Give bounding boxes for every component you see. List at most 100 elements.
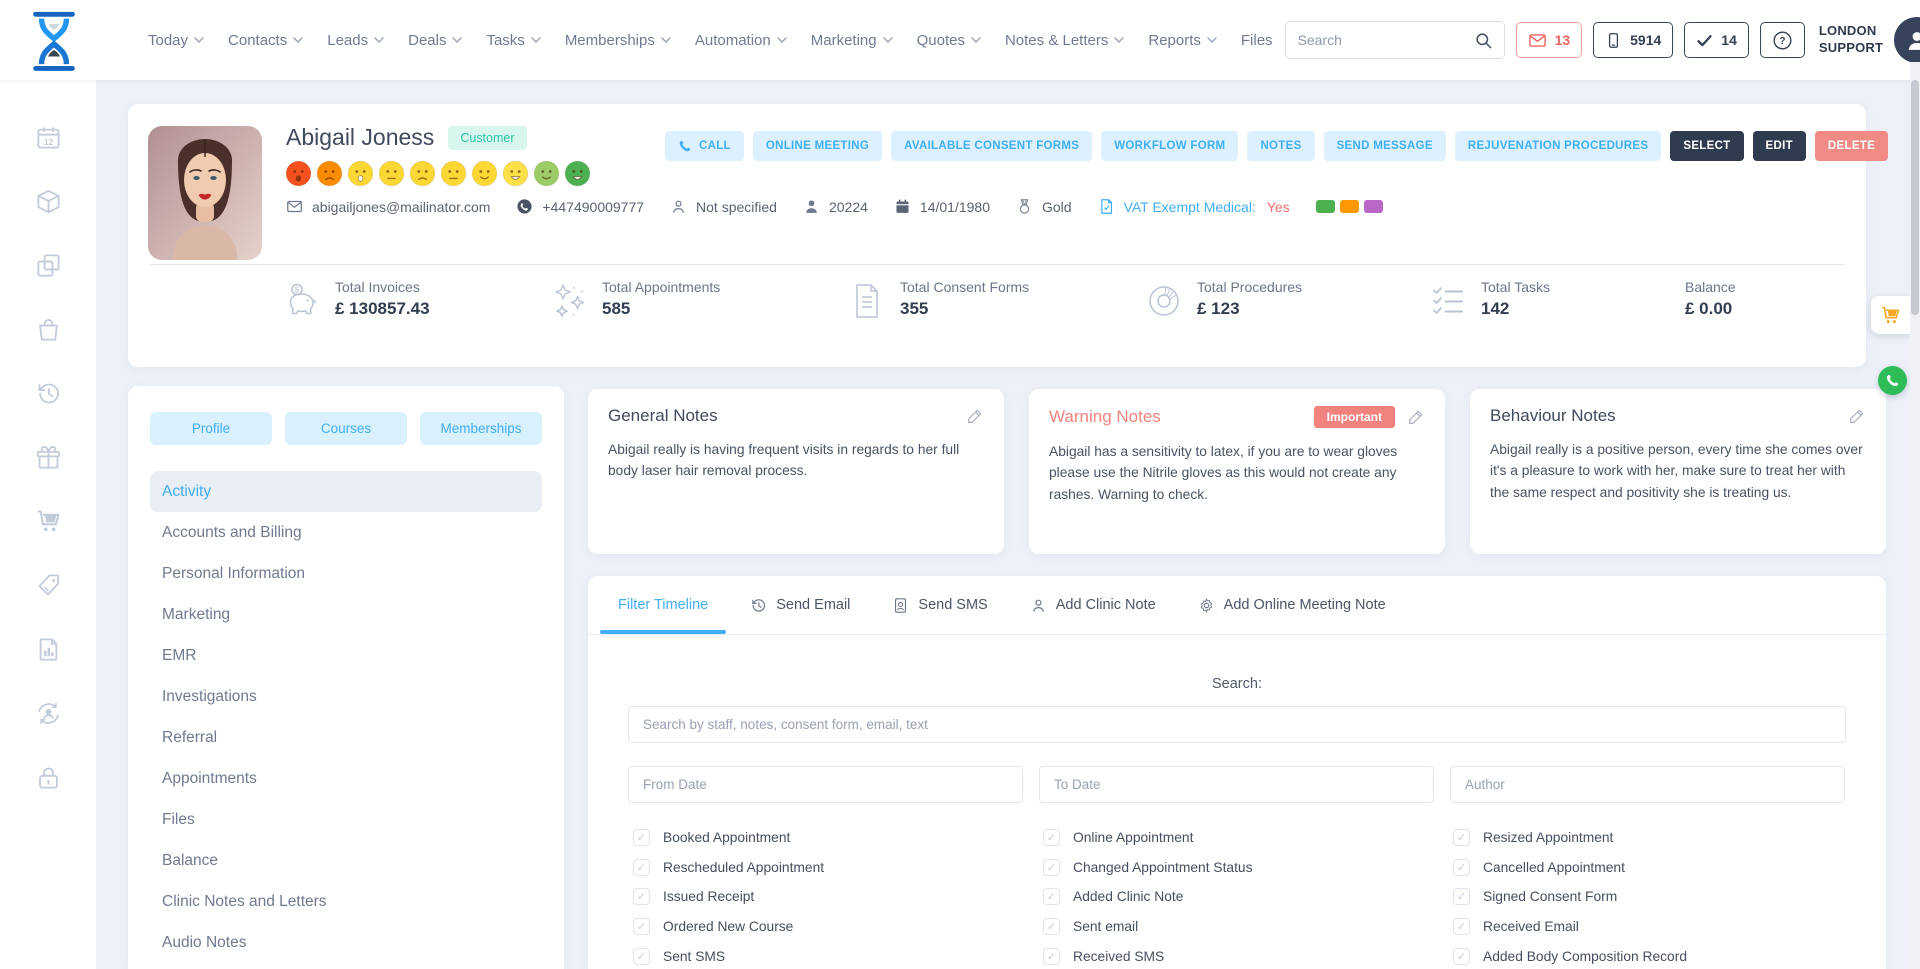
checkbox-box[interactable]: ✓ (1453, 948, 1470, 965)
timeline-search-input[interactable] (628, 706, 1846, 743)
email-badge[interactable]: 13 (1516, 22, 1583, 58)
sidebar-item-balance[interactable]: Balance (150, 840, 542, 881)
sidebar-item-activity[interactable]: Activity (150, 471, 542, 512)
checkbox-received-email[interactable]: ✓Received Email (1453, 918, 1856, 935)
checkbox-box[interactable]: ✓ (1043, 948, 1060, 965)
color-tag-2[interactable] (1340, 200, 1359, 213)
satisfaction-emoji-9[interactable] (533, 160, 560, 187)
nav-item-reports[interactable]: Reports (1136, 32, 1229, 49)
search-icon[interactable] (1464, 22, 1504, 58)
satisfaction-emoji-4[interactable] (378, 160, 405, 187)
package-icon[interactable] (35, 188, 62, 215)
nav-item-today[interactable]: Today (136, 32, 216, 49)
hourglass-logo-icon[interactable] (28, 11, 80, 69)
satisfaction-emoji-6[interactable] (440, 160, 467, 187)
timeline-tab-send-email[interactable]: Send Email (750, 576, 850, 634)
delete-button[interactable]: DELETE (1815, 131, 1888, 161)
help-badge[interactable]: ? (1760, 22, 1805, 58)
copy-icon[interactable] (35, 252, 62, 279)
checkbox-box[interactable]: ✓ (633, 918, 650, 935)
checkbox-resized-appointment[interactable]: ✓Resized Appointment (1453, 829, 1856, 846)
checkbox-signed-consent-form[interactable]: ✓Signed Consent Form (1453, 888, 1856, 905)
edit-button[interactable]: EDIT (1753, 131, 1806, 161)
nav-item-notes-letters[interactable]: Notes & Letters (993, 32, 1136, 49)
satisfaction-emoji-1[interactable] (285, 160, 312, 187)
sidebar-item-files[interactable]: Files (150, 799, 542, 840)
timeline-tab-send-sms[interactable]: Send SMS (892, 576, 987, 634)
sidebar-item-investigations[interactable]: Investigations (150, 676, 542, 717)
customer-photo[interactable] (148, 126, 262, 260)
sidebar-item-audio-notes[interactable]: Audio Notes (150, 922, 542, 963)
available-consent-forms-button[interactable]: AVAILABLE CONSENT FORMS (891, 131, 1092, 161)
checkbox-sent-email[interactable]: ✓Sent email (1043, 918, 1453, 935)
contact-email[interactable]: abigailjones@mailinator.com (286, 198, 490, 215)
satisfaction-emoji-8[interactable] (502, 160, 529, 187)
checkbox-sent-sms[interactable]: ✓Sent SMS (633, 948, 1043, 965)
checkbox-box[interactable]: ✓ (1453, 888, 1470, 905)
checkbox-ordered-new-course[interactable]: ✓Ordered New Course (633, 918, 1043, 935)
rejuvenation-procedures-button[interactable]: REJUVENATION PROCEDURES (1455, 131, 1662, 161)
report-icon[interactable] (35, 636, 62, 663)
checkbox-box[interactable]: ✓ (1043, 888, 1060, 905)
timeline-tab-add-online-meeting-note[interactable]: Add Online Meeting Note (1198, 576, 1386, 634)
filter-from-date-input[interactable] (628, 766, 1023, 803)
user-avatar[interactable] (1894, 17, 1920, 63)
checkbox-box[interactable]: ✓ (1043, 829, 1060, 846)
call-button[interactable]: CALL (665, 131, 744, 161)
sidebar-item-appointments[interactable]: Appointments (150, 758, 542, 799)
checkbox-box[interactable]: ✓ (1453, 829, 1470, 846)
tag-icon[interactable] (35, 572, 62, 599)
cart-icon[interactable] (35, 508, 62, 535)
checkbox-box[interactable]: ✓ (1043, 859, 1060, 876)
calendar-12-icon[interactable]: 12 (35, 124, 62, 151)
nav-item-leads[interactable]: Leads (315, 32, 396, 49)
sidebar-item-emr[interactable]: EMR (150, 635, 542, 676)
call-button[interactable] (1878, 366, 1907, 395)
checkbox-box[interactable]: ✓ (1453, 859, 1470, 876)
checkbox-added-body-composition-record[interactable]: ✓Added Body Composition Record (1453, 948, 1856, 965)
checkbox-booked-appointment[interactable]: ✓Booked Appointment (633, 829, 1043, 846)
gift-icon[interactable] (35, 444, 62, 471)
nav-item-deals[interactable]: Deals (396, 32, 474, 49)
filter-to-date-input[interactable] (1039, 766, 1434, 803)
nav-item-contacts[interactable]: Contacts (216, 32, 315, 49)
tab-profile[interactable]: Profile (150, 412, 272, 445)
nav-item-automation[interactable]: Automation (683, 32, 799, 49)
pencil-icon[interactable] (1407, 408, 1425, 426)
checkbox-rescheduled-appointment[interactable]: ✓Rescheduled Appointment (633, 859, 1043, 876)
select-button[interactable]: SELECT (1670, 131, 1743, 161)
pencil-icon[interactable] (1848, 407, 1866, 425)
sidebar-item-drinks[interactable]: Drinks (150, 963, 542, 969)
notes-button[interactable]: NOTES (1247, 131, 1314, 161)
checkbox-box[interactable]: ✓ (633, 888, 650, 905)
color-tag-1[interactable] (1316, 200, 1335, 213)
timeline-tab-filter-timeline[interactable]: Filter Timeline (618, 576, 708, 634)
nav-item-files[interactable]: Files (1229, 32, 1285, 49)
checkbox-added-clinic-note[interactable]: ✓Added Clinic Note (1043, 888, 1453, 905)
sidebar-item-referral[interactable]: Referral (150, 717, 542, 758)
checkbox-box[interactable]: ✓ (633, 829, 650, 846)
checkbox-box[interactable]: ✓ (1453, 918, 1470, 935)
checkbox-cancelled-appointment[interactable]: ✓Cancelled Appointment (1453, 859, 1856, 876)
satisfaction-emoji-10[interactable] (564, 160, 591, 187)
contact-phone[interactable]: +447490009777 (516, 198, 644, 215)
tasks-badge[interactable]: 14 (1684, 22, 1749, 58)
satisfaction-emoji-5[interactable] (409, 160, 436, 187)
pencil-icon[interactable] (966, 407, 984, 425)
sidebar-item-personal-information[interactable]: Personal Information (150, 553, 542, 594)
basket-icon[interactable] (35, 316, 62, 343)
tab-memberships[interactable]: Memberships (420, 412, 542, 445)
satisfaction-emoji-2[interactable] (316, 160, 343, 187)
checkbox-box[interactable]: ✓ (633, 948, 650, 965)
search-input[interactable] (1286, 32, 1464, 48)
sidebar-item-marketing[interactable]: Marketing (150, 594, 542, 635)
checkbox-box[interactable]: ✓ (633, 859, 650, 876)
sidebar-item-accounts-and-billing[interactable]: Accounts and Billing (150, 512, 542, 553)
timeline-tab-add-clinic-note[interactable]: Add Clinic Note (1030, 576, 1156, 634)
checkbox-box[interactable]: ✓ (1043, 918, 1060, 935)
sms-badge[interactable]: 5914 (1593, 22, 1673, 58)
lock-icon[interactable] (35, 764, 62, 791)
checkbox-online-appointment[interactable]: ✓Online Appointment (1043, 829, 1453, 846)
history-icon[interactable] (35, 380, 62, 407)
checkbox-changed-appointment-status[interactable]: ✓Changed Appointment Status (1043, 859, 1453, 876)
